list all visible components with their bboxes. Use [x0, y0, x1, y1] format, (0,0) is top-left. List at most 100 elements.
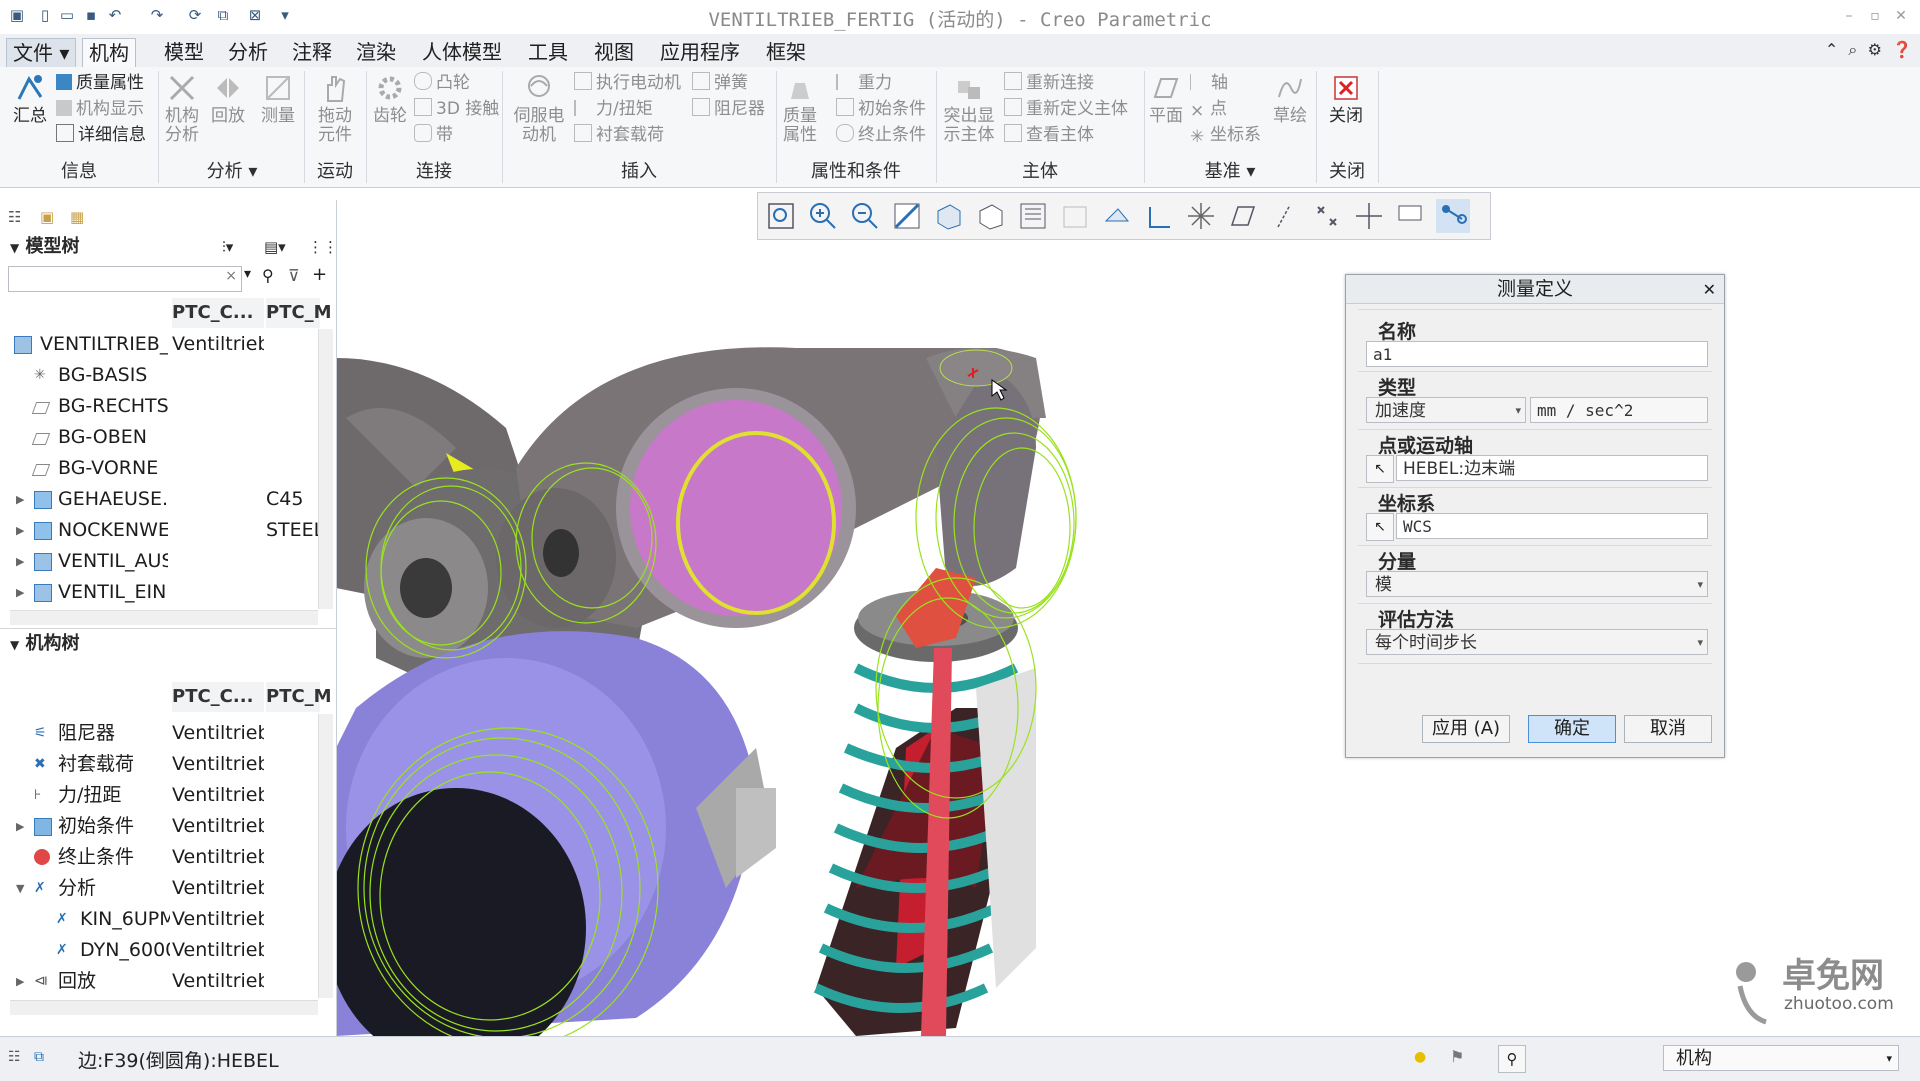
- window-close-button[interactable]: ✕: [1890, 6, 1912, 26]
- tree-row-subassembly[interactable]: ▶ VENTIL_EIN: [0, 577, 318, 608]
- expand-arrow-icon[interactable]: ▶: [16, 515, 26, 546]
- 3d-contact-button[interactable]: 3D 接触: [414, 97, 499, 121]
- redefine-body-button[interactable]: 重新定义主体: [1004, 97, 1128, 121]
- plane-display-icon[interactable]: [1226, 199, 1260, 233]
- mech-tree-col-ptc-common[interactable]: PTC_C...: [172, 682, 264, 712]
- expand-arrow-icon[interactable]: ▶: [16, 966, 26, 997]
- model-tree-col-ptc-material[interactable]: PTC_M: [266, 298, 332, 328]
- tree-columns-icon[interactable]: ⋮⋮: [308, 232, 338, 262]
- mechanism-display-button[interactable]: 机构显示: [56, 97, 144, 121]
- tab-applications[interactable]: 应用程序: [654, 38, 746, 66]
- mech-tree-row-playbacks[interactable]: ▶ ⧏ 回放 Ventiltrieb: [0, 966, 318, 997]
- mech-tree-horizontal-scrollbar[interactable]: [10, 1000, 318, 1015]
- servo-motor-button[interactable]: 伺服电 动机: [508, 71, 570, 145]
- display-style-icon[interactable]: [974, 199, 1008, 233]
- group-label-datum[interactable]: 基准 ▾: [1144, 159, 1316, 185]
- force-torque-button[interactable]: 力/扭矩: [574, 97, 653, 121]
- expand-arrow-icon[interactable]: ▶: [16, 546, 26, 577]
- mech-tree-row-termination-conditions[interactable]: 终止条件 Ventiltrieb: [0, 842, 318, 873]
- drag-components-button[interactable]: 拖动 元件: [310, 71, 360, 145]
- tab-file[interactable]: 文件 ▾: [6, 38, 77, 68]
- help-icon[interactable]: ❓: [1892, 40, 1912, 59]
- point-display-icon[interactable]: [1310, 199, 1344, 233]
- model-tree-vertical-scrollbar[interactable]: [318, 329, 333, 609]
- evaluation-method-select[interactable]: 每个时间步长 ▾: [1366, 629, 1708, 655]
- mechanism-analysis-button[interactable]: 机构 分析: [160, 71, 204, 145]
- tree-row-part[interactable]: ▶ GEHAEUSE.P C45: [0, 484, 318, 515]
- search-dropdown-icon[interactable]: ▾: [244, 266, 251, 282]
- add-column-icon[interactable]: +: [312, 264, 327, 285]
- gear-button[interactable]: 齿轮: [368, 71, 412, 126]
- model-tree-col-ptc-common[interactable]: PTC_C...: [172, 298, 264, 328]
- perspective-view-icon[interactable]: [1058, 199, 1092, 233]
- tab-render[interactable]: 渲染: [350, 38, 402, 66]
- tab-framework[interactable]: 框架: [760, 38, 812, 66]
- spring-button[interactable]: 弹簧: [692, 71, 748, 95]
- tab-manikin[interactable]: 人体模型: [416, 38, 508, 66]
- expand-arrow-icon[interactable]: ▶: [16, 811, 26, 842]
- zoom-in-icon[interactable]: [806, 199, 840, 233]
- termination-condition-button[interactable]: 终止条件: [836, 123, 926, 147]
- model-tree-tab-icon[interactable]: ☷: [8, 208, 21, 226]
- browser-toggle-icon[interactable]: ⧉: [34, 1049, 44, 1065]
- ok-button[interactable]: 确定: [1528, 715, 1616, 743]
- saved-orientations-icon[interactable]: [932, 199, 966, 233]
- tree-row-subassembly[interactable]: ▶ VENTIL_AUS: [0, 546, 318, 577]
- mechanism-display-toggle-icon[interactable]: [1436, 199, 1470, 233]
- component-select[interactable]: 模 ▾: [1366, 571, 1708, 597]
- mech-tree-row-forces[interactable]: ⊦ 力/扭距 Ventiltrieb: [0, 780, 318, 811]
- group-label-analysis[interactable]: 分析 ▾: [160, 159, 304, 185]
- name-input[interactable]: a1: [1366, 341, 1708, 367]
- type-select[interactable]: 加速度 ▾: [1366, 397, 1526, 423]
- mech-tree-col-ptc-material[interactable]: PTC_M: [266, 682, 332, 712]
- point-or-axis-field[interactable]: HEBEL:边末端: [1396, 455, 1708, 481]
- spin-center-icon[interactable]: [1142, 199, 1176, 233]
- measure-button[interactable]: 测量: [256, 71, 300, 126]
- collapse-ribbon-icon[interactable]: ⌃: [1825, 40, 1838, 59]
- find-binoculars-icon[interactable]: ⚲: [262, 266, 274, 285]
- tree-settings-icon[interactable]: ⫶▾: [222, 232, 233, 262]
- favorites-tab-icon[interactable]: ▦: [70, 208, 84, 226]
- mech-tree-row-dampers[interactable]: ⚟ 阻尼器 Ventiltrieb: [0, 718, 318, 749]
- select-arrow-icon[interactable]: ↖: [1366, 513, 1394, 541]
- model-tree-horizontal-scrollbar[interactable]: [10, 610, 318, 625]
- annotation-display-icon[interactable]: [1394, 199, 1428, 233]
- bushing-load-button[interactable]: 衬套载荷: [574, 123, 664, 147]
- axis-button[interactable]: 轴: [1190, 71, 1228, 95]
- expand-arrow-icon[interactable]: ▶: [16, 577, 26, 608]
- summary-button[interactable]: 汇总: [8, 71, 52, 126]
- playback-button[interactable]: 回放: [206, 71, 250, 126]
- filter-icon[interactable]: ⊽: [288, 266, 300, 285]
- close-icon[interactable]: ✕: [1703, 276, 1716, 304]
- select-arrow-icon[interactable]: ↖: [1366, 455, 1394, 483]
- highlight-bodies-button[interactable]: 突出显 示主体: [940, 71, 998, 145]
- settings-icon[interactable]: ⚙: [1868, 40, 1882, 59]
- tree-row-datum-plane[interactable]: BG-VORNE: [0, 453, 318, 484]
- tab-annotate[interactable]: 注释: [286, 38, 338, 66]
- tree-row-assembly[interactable]: VENTILTRIEB_F Ventiltrieb: [0, 329, 318, 360]
- view-manager-icon[interactable]: [1016, 199, 1050, 233]
- tree-row-datum-plane[interactable]: BG-RECHTS: [0, 391, 318, 422]
- coordinate-system-button[interactable]: ✳ 坐标系: [1190, 123, 1261, 147]
- mass-properties-big-button[interactable]: 质量 属性: [778, 71, 822, 145]
- maximize-button[interactable]: ▫: [1864, 6, 1886, 26]
- close-mechanism-button[interactable]: 关闭: [1320, 71, 1372, 126]
- reconnect-button[interactable]: 重新连接: [1004, 71, 1094, 95]
- minimize-button[interactable]: –: [1838, 6, 1860, 26]
- search-icon[interactable]: ⌕: [1848, 40, 1857, 59]
- view-body-button[interactable]: 查看主体: [1004, 123, 1094, 147]
- tree-row-part[interactable]: ▶ NOCKENWE STEEL: [0, 515, 318, 546]
- refit-icon[interactable]: [764, 199, 798, 233]
- zoom-out-icon[interactable]: [848, 199, 882, 233]
- navigator-toggle-icon[interactable]: ☷: [8, 1049, 21, 1065]
- tree-row-datum-csys[interactable]: ✳ BG-BASIS: [0, 360, 318, 391]
- mech-tree-row-analysis-item[interactable]: ✗ DYN_6000 Ventiltrieb: [0, 935, 318, 966]
- csys-field[interactable]: WCS: [1396, 513, 1708, 539]
- show-icon[interactable]: ▤▾: [264, 232, 286, 262]
- point-button[interactable]: × 点: [1190, 97, 1227, 121]
- clear-search-icon[interactable]: ×: [225, 268, 237, 284]
- tree-row-datum-plane[interactable]: BG-OBEN: [0, 422, 318, 453]
- tab-tools[interactable]: 工具: [522, 38, 574, 66]
- mech-tree-row-initial-conditions[interactable]: ▶ 初始条件 Ventiltrieb: [0, 811, 318, 842]
- selection-filter-select[interactable]: 机构 ▾: [1663, 1045, 1899, 1071]
